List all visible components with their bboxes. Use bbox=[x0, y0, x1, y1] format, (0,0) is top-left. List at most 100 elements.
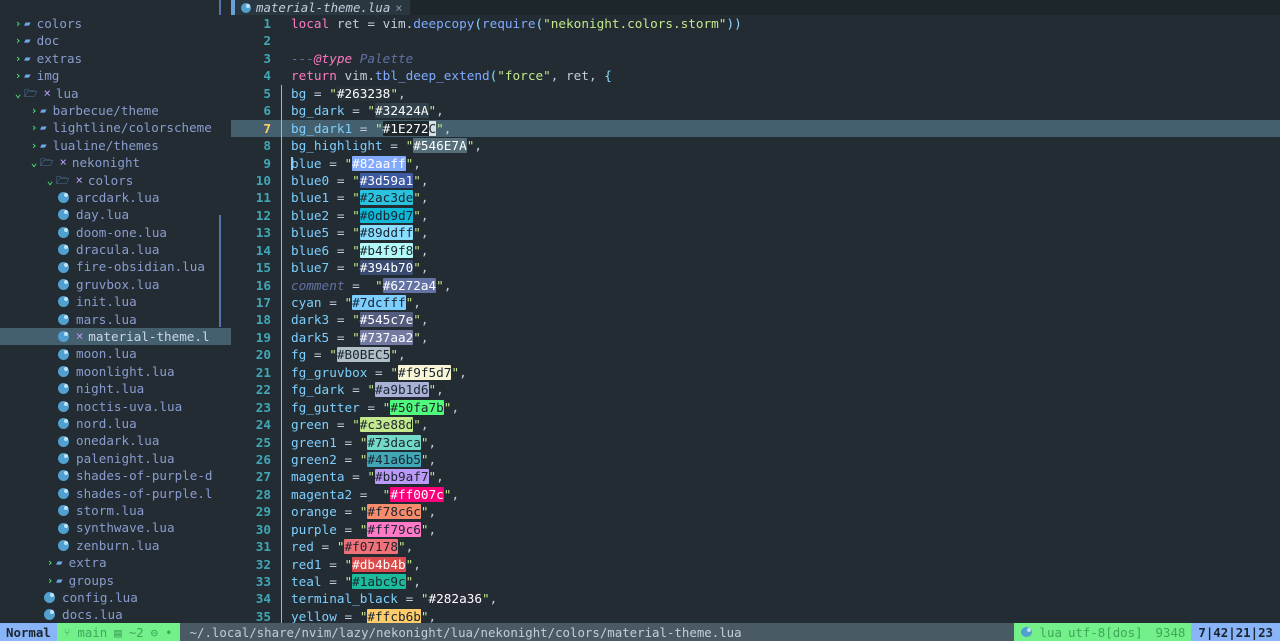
chevron-right-icon[interactable]: › bbox=[44, 572, 56, 589]
color-hex-swatch: #82aaff bbox=[352, 155, 406, 171]
tree-file-row[interactable]: nord.lua bbox=[0, 415, 231, 432]
tree-folder-row[interactable]: ⌄ 🗁 × colors bbox=[0, 172, 231, 189]
code-line[interactable]: 16 comment = "#6272a4", bbox=[231, 276, 1280, 294]
code-line[interactable]: 24 green = "#c3e88d", bbox=[231, 416, 1280, 434]
code-line[interactable]: 29 orange = "#f78c6c", bbox=[231, 503, 1280, 521]
tree-folder-row[interactable]: › ▰ lualine/themes bbox=[0, 137, 231, 154]
assign-operator: = bbox=[329, 190, 353, 206]
tree-file-row[interactable]: moon.lua bbox=[0, 345, 231, 362]
tree-file-row[interactable]: arcdark.lua bbox=[0, 189, 231, 206]
close-icon[interactable]: × bbox=[395, 1, 402, 15]
tree-file-row[interactable]: config.lua bbox=[0, 589, 231, 606]
code-line[interactable]: 3 ---@type Palette bbox=[231, 50, 1280, 67]
tabline[interactable]: material-theme.lua × bbox=[231, 0, 1280, 15]
code-line[interactable]: 9 blue = "#82aaff", bbox=[231, 154, 1280, 172]
code-line[interactable]: 28 magenta2 = "#ff007c", bbox=[231, 485, 1280, 504]
code-line[interactable]: 23 fg_gutter = "#50fa7b", bbox=[231, 398, 1280, 417]
tree-folder-row[interactable]: › ▰ barbecue/theme bbox=[0, 102, 231, 119]
chevron-right-icon[interactable]: › bbox=[28, 137, 40, 154]
tree-folder-row[interactable]: ⌄ 🗁 × lua bbox=[0, 85, 231, 102]
code-line[interactable]: 6 bg_dark = "#32424A", bbox=[231, 102, 1280, 120]
code-line[interactable]: 31 red = "#f07178", bbox=[231, 538, 1280, 556]
chevron-right-icon[interactable]: › bbox=[12, 15, 24, 32]
code-line[interactable]: 19 dark5 = "#737aa2", bbox=[231, 328, 1280, 347]
tree-folder-row[interactable]: › ▰ lightline/colorscheme bbox=[0, 119, 231, 136]
code-line[interactable]: 18 dark3 = "#545c7e", bbox=[231, 311, 1280, 329]
chevron-right-icon[interactable]: › bbox=[44, 554, 56, 571]
code-line[interactable]: 33 teal = "#1abc9c", bbox=[231, 573, 1280, 591]
tree-file-row[interactable]: onedark.lua bbox=[0, 432, 231, 449]
code-line[interactable]: 12 blue2 = "#0db9d7", bbox=[231, 206, 1280, 225]
code-line[interactable]: 4 return vim.tbl_deep_extend("force", ret… bbox=[231, 67, 1280, 84]
code-buffer[interactable]: 1 local ret = vim.deepcopy(require("nekon… bbox=[231, 15, 1280, 623]
file-explorer-sidebar[interactable]: › ▰ colors › ▰ doc › ▰ extras › ▰ img ⌄ 🗁 × lua › ▰ barbec… bbox=[0, 0, 231, 623]
tree-folder-row[interactable]: › ▰ colors bbox=[0, 15, 231, 32]
code-line[interactable]: 7 bg_dark1 = "#1E272C", bbox=[231, 119, 1280, 138]
code-line[interactable]: 32 red1 = "#db4b4b", bbox=[231, 555, 1280, 573]
lua-file-icon bbox=[58, 313, 69, 325]
tab-material-theme-lua[interactable]: material-theme.lua × bbox=[235, 0, 410, 15]
string-quote-close: " bbox=[413, 225, 421, 241]
code-line[interactable]: 13 blue5 = "#89ddff", bbox=[231, 224, 1280, 242]
tree-file-row[interactable]: night.lua bbox=[0, 380, 231, 397]
code-line[interactable]: 14 blue6 = "#b4f9f8", bbox=[231, 241, 1280, 260]
tree-file-row[interactable]: doom-one.lua bbox=[0, 224, 231, 241]
palette-key: green2 bbox=[291, 451, 337, 467]
chevron-down-icon[interactable]: ⌄ bbox=[28, 154, 40, 171]
tree-file-row[interactable]: docs.lua bbox=[0, 606, 231, 623]
code-line[interactable]: 35 yellow = "#ffcb6b", bbox=[231, 607, 1280, 623]
tree-file-row[interactable]: dracula.lua bbox=[0, 241, 231, 258]
chevron-right-icon[interactable]: › bbox=[28, 119, 40, 136]
tree-item-label: doom-one.lua bbox=[76, 224, 167, 240]
tree-file-row[interactable]: day.lua bbox=[0, 206, 231, 223]
code-line[interactable]: 30 purple = "#ff79c6", bbox=[231, 520, 1280, 539]
tree-file-row[interactable]: storm.lua bbox=[0, 502, 231, 519]
code-line[interactable]: 15 blue7 = "#394b70", bbox=[231, 259, 1280, 277]
tree-file-row[interactable]: shades-of-purple.l bbox=[0, 485, 231, 502]
code-line[interactable]: 22 fg_dark = "#a9b1d6", bbox=[231, 381, 1280, 399]
code-line[interactable]: 21 fg_gruvbox = "#f9f5d7", bbox=[231, 363, 1280, 382]
tree-file-row[interactable]: synthwave.lua bbox=[0, 519, 231, 536]
tree-file-row[interactable]: × material-theme.l bbox=[0, 328, 231, 346]
tree-folder-row[interactable]: › ▰ extras bbox=[0, 50, 231, 67]
code-line[interactable]: 1 local ret = vim.deepcopy(require("nekon… bbox=[231, 15, 1280, 32]
tree-file-row[interactable]: moonlight.lua bbox=[0, 363, 231, 380]
string-quote: " bbox=[344, 295, 353, 310]
tree-folder-row[interactable]: ⌄ 🗁 × nekonight bbox=[0, 154, 231, 171]
chevron-down-icon[interactable]: ⌄ bbox=[12, 85, 24, 102]
line-number: 18 bbox=[255, 312, 271, 328]
code-line[interactable]: 34 terminal_black = "#282a36", bbox=[231, 590, 1280, 608]
code-line[interactable]: 27 magenta = "#bb9af7", bbox=[231, 468, 1280, 486]
color-hex-swatch: #7dcfff bbox=[352, 295, 406, 310]
code-line[interactable]: 8 bg_highlight = "#546E7A", bbox=[231, 137, 1280, 155]
tree-folder-row[interactable]: › ▰ groups bbox=[0, 572, 231, 589]
status-git[interactable]: ⑂ main ▤ ~2 ⊖ • bbox=[56, 623, 180, 641]
tree-file-row[interactable]: mars.lua bbox=[0, 311, 231, 328]
chevron-right-icon[interactable]: › bbox=[12, 67, 24, 84]
tree-file-row[interactable]: fire-obsidian.lua bbox=[0, 258, 231, 275]
tree-folder-row[interactable]: › ▰ img bbox=[0, 67, 231, 84]
tree-file-row[interactable]: noctis-uva.lua bbox=[0, 398, 231, 415]
code-line[interactable]: 17 cyan = "#7dcfff", bbox=[231, 294, 1280, 312]
tree-file-row[interactable]: palenight.lua bbox=[0, 450, 231, 467]
chevron-right-icon[interactable]: › bbox=[12, 32, 24, 49]
code-line[interactable]: 26 green2 = "#41a6b5", bbox=[231, 450, 1280, 469]
code-line[interactable]: 2 bbox=[231, 32, 1280, 49]
assign-operator: = bbox=[336, 451, 360, 467]
tree-file-row[interactable]: init.lua bbox=[0, 293, 231, 310]
code-line[interactable]: 5 bg = "#263238", bbox=[231, 84, 1280, 103]
code-line[interactable]: 20 fg = "#B0BEC5", bbox=[231, 346, 1280, 364]
tree-file-row[interactable]: gruvbox.lua bbox=[0, 276, 231, 293]
code-line[interactable]: 25 green1 = "#73daca", bbox=[231, 433, 1280, 451]
tree-folder-row[interactable]: › ▰ doc bbox=[0, 32, 231, 49]
chevron-down-icon[interactable]: ⌄ bbox=[44, 172, 56, 189]
tree-file-row[interactable]: zenburn.lua bbox=[0, 537, 231, 554]
tree-folder-row[interactable]: › ▰ extra bbox=[0, 554, 231, 571]
tree-item-label: day.lua bbox=[76, 207, 130, 223]
code-line[interactable]: 11 blue1 = "#2ac3de", bbox=[231, 189, 1280, 207]
chevron-right-icon[interactable]: › bbox=[28, 102, 40, 119]
tree-file-row[interactable]: shades-of-purple-d bbox=[0, 467, 231, 484]
code-token: )) bbox=[726, 16, 742, 31]
code-line[interactable]: 10 blue0 = "#3d59a1", bbox=[231, 171, 1280, 190]
chevron-right-icon[interactable]: › bbox=[12, 50, 24, 67]
